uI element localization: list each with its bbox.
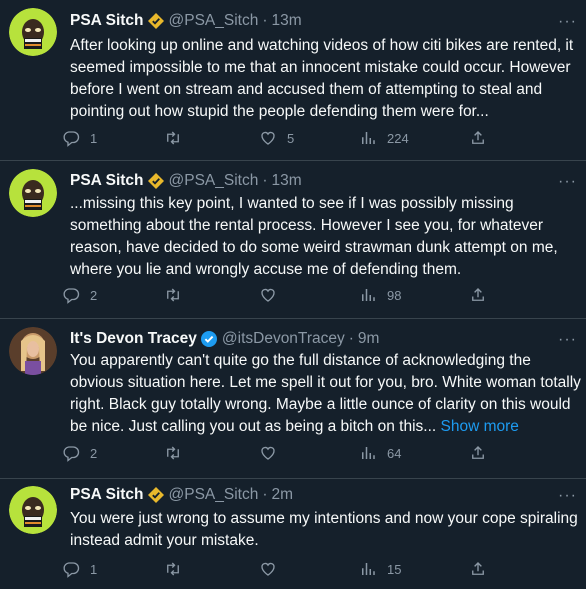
reply-icon <box>63 131 80 147</box>
views-button[interactable]: 64 <box>359 443 401 463</box>
action-bar: 2 64 <box>62 443 502 463</box>
views-button[interactable]: 224 <box>359 128 409 148</box>
gold-verified-icon[interactable] <box>147 172 165 190</box>
action-bar: 1 5 224 <box>62 128 502 148</box>
like-button[interactable]: 5 <box>259 128 294 148</box>
display-name[interactable]: PSA Sitch <box>70 486 144 504</box>
reply-button[interactable]: 2 <box>62 443 97 463</box>
share-icon <box>472 562 484 575</box>
views-icon <box>362 132 375 144</box>
action-bar: 2 98 <box>62 285 502 305</box>
retweet-button[interactable] <box>164 128 192 148</box>
reply-count: 2 <box>90 445 98 461</box>
separator-dot: · <box>262 12 268 29</box>
display-name[interactable]: PSA Sitch <box>70 172 144 190</box>
gold-verified-icon[interactable] <box>147 12 165 30</box>
share-button[interactable] <box>469 559 487 579</box>
view-count: 98 <box>387 287 402 303</box>
views-button[interactable]: 15 <box>359 559 401 579</box>
retweet-button[interactable] <box>164 559 192 579</box>
more-icon[interactable]: ··· <box>558 14 577 30</box>
tweet-header: PSA Sitch @PSA_Sitch · 13m <box>70 171 302 191</box>
share-icon <box>472 131 484 144</box>
display-name[interactable]: PSA Sitch <box>70 12 144 30</box>
views-icon <box>362 289 375 301</box>
avatar[interactable] <box>9 169 57 217</box>
tweet-header: PSA Sitch @PSA_Sitch · 2m <box>70 485 293 505</box>
tweet-text-content: You were just wrong to assume my intenti… <box>70 510 578 549</box>
tweet[interactable]: PSA Sitch @PSA_Sitch · 13m ··· ...missin… <box>0 161 586 319</box>
handle[interactable]: @PSA_Sitch <box>169 172 259 190</box>
reply-icon <box>63 288 80 304</box>
reply-button[interactable]: 1 <box>62 128 97 148</box>
reply-button[interactable]: 1 <box>62 559 97 579</box>
handle[interactable]: @PSA_Sitch <box>169 12 259 30</box>
reply-count: 2 <box>90 287 98 303</box>
avatar[interactable] <box>9 8 57 56</box>
heart-icon <box>261 288 275 302</box>
more-icon[interactable]: ··· <box>558 488 577 504</box>
tweet-text-content: After looking up online and watching vid… <box>70 37 574 120</box>
timestamp[interactable]: 13m <box>272 172 302 190</box>
avatar[interactable] <box>9 327 57 375</box>
retweet-button[interactable] <box>164 285 192 305</box>
tweet-text: You were just wrong to assume my intenti… <box>70 508 582 552</box>
like-button[interactable] <box>259 443 287 463</box>
tweet[interactable]: It's Devon Tracey @itsDevonTracey · 9m ·… <box>0 319 586 479</box>
share-icon <box>472 446 484 459</box>
timestamp[interactable]: 9m <box>358 330 380 348</box>
timestamp[interactable]: 13m <box>272 12 302 30</box>
tweet-header: PSA Sitch @PSA_Sitch · 13m <box>70 11 302 31</box>
display-name[interactable]: It's Devon Tracey <box>70 330 197 348</box>
reply-count: 1 <box>90 130 98 146</box>
retweet-icon <box>167 562 179 576</box>
retweet-icon <box>167 288 179 302</box>
handle[interactable]: @PSA_Sitch <box>169 486 259 504</box>
separator-dot: · <box>262 486 268 503</box>
share-button[interactable] <box>469 128 487 148</box>
views-icon <box>362 447 375 459</box>
separator-dot: · <box>348 330 354 347</box>
reply-icon <box>63 562 80 578</box>
gold-verified-icon[interactable] <box>147 486 165 504</box>
views-icon <box>362 563 375 575</box>
tweet-text: ...missing this key point, I wanted to s… <box>70 193 582 281</box>
blue-verified-icon[interactable] <box>200 330 218 348</box>
heart-icon <box>261 562 275 576</box>
retweet-button[interactable] <box>164 443 192 463</box>
timestamp[interactable]: 2m <box>272 486 294 504</box>
like-button[interactable] <box>259 559 287 579</box>
tweet[interactable]: PSA Sitch @PSA_Sitch · 13m ··· After loo… <box>0 0 586 161</box>
share-button[interactable] <box>469 285 487 305</box>
reply-button[interactable]: 2 <box>62 285 97 305</box>
show-more-link[interactable]: Show more <box>441 418 519 435</box>
view-count: 15 <box>387 561 402 577</box>
avatar[interactable] <box>9 486 57 534</box>
tweet-text: You apparently can't quite go the full d… <box>70 350 582 438</box>
tweet-text: After looking up online and watching vid… <box>70 35 582 123</box>
view-count: 224 <box>387 130 409 146</box>
heart-icon <box>261 446 275 460</box>
share-icon <box>472 288 484 301</box>
separator-dot: · <box>262 172 268 189</box>
views-button[interactable]: 98 <box>359 285 401 305</box>
more-icon[interactable]: ··· <box>558 332 577 348</box>
tweet[interactable]: PSA Sitch @PSA_Sitch · 2m ··· You were j… <box>0 479 586 589</box>
reply-count: 1 <box>90 561 98 577</box>
view-count: 64 <box>387 445 402 461</box>
tweet-text-content: ...missing this key point, I wanted to s… <box>70 195 558 278</box>
retweet-icon <box>167 446 179 460</box>
retweet-icon <box>167 131 179 145</box>
tweet-header: It's Devon Tracey @itsDevonTracey · 9m <box>70 329 379 349</box>
handle[interactable]: @itsDevonTracey <box>222 330 345 348</box>
heart-icon <box>261 131 275 145</box>
reply-icon <box>63 446 80 462</box>
like-count: 5 <box>287 130 295 146</box>
timeline: PSA Sitch @PSA_Sitch · 13m ··· After loo… <box>0 0 586 589</box>
share-button[interactable] <box>469 443 487 463</box>
action-bar: 1 15 <box>62 559 502 579</box>
like-button[interactable] <box>259 285 287 305</box>
more-icon[interactable]: ··· <box>558 174 577 190</box>
